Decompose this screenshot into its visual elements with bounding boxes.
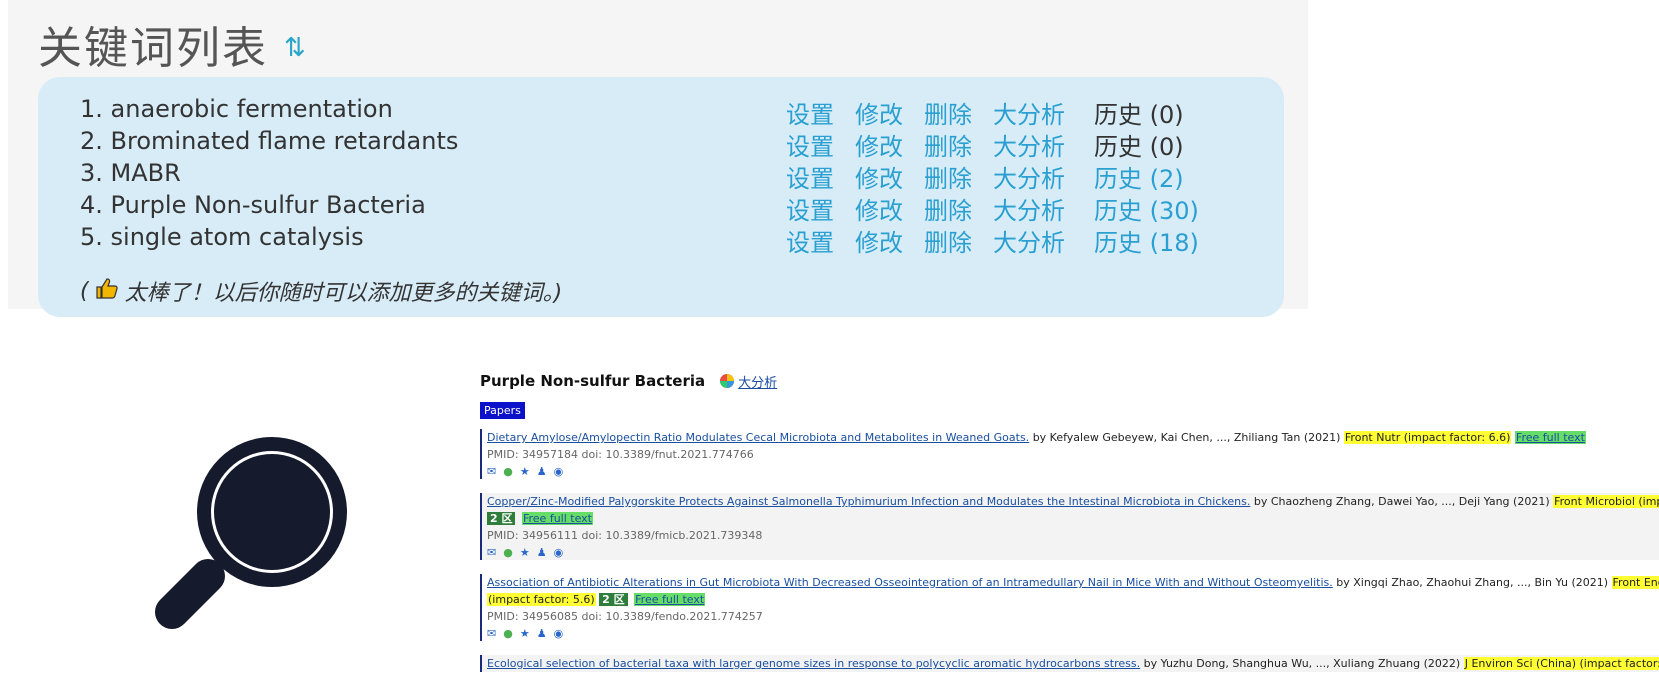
paper-authors: by Xingqi Zhao, Zhaohui Zhang, ..., Bin … [1336,576,1609,589]
set-link[interactable]: 设置 [786,127,834,162]
history-link[interactable]: 历史 (2) [1094,159,1184,194]
weibo-icon[interactable]: ◉ [554,465,564,478]
keyword-row: 3. MABR 设置 修改 删除 大分析 历史 (2) [80,159,1260,194]
email-icon[interactable]: ✉ [487,465,496,478]
history-text: 历史 (0) [1094,133,1184,161]
keyword-label: 4. Purple Non-sulfur Bacteria [80,191,426,219]
zone-badge: 2 区 [599,593,628,606]
encourage-message: ( 太棒了！以后你随时可以添加更多的关键词。) [80,277,563,306]
set-link[interactable]: 设置 [786,191,834,226]
journal-badge: J Environ Sci (China) (impact factor: 5.… [1463,657,1659,670]
paper-title-link[interactable]: Copper/Zinc-Modified Palygorskite Protec… [487,495,1250,508]
analyze-link[interactable]: 大分析 [738,372,777,391]
papers-badge: Papers [480,402,525,419]
results-title: Purple Non-sulfur Bacteria [480,372,706,390]
pmid-text: PMID: 34956085 doi: 10.3389/fendo.2021.7… [487,610,763,623]
journal-badge: Front Nutr (impact factor: 6.6) [1343,431,1512,444]
analyze-link[interactable]: 大分析 [993,159,1065,194]
email-icon[interactable]: ✉ [487,546,496,559]
thumbs-up-icon [95,277,119,305]
delete-link[interactable]: 删除 [924,223,972,258]
history-link[interactable]: 历史 (30) [1094,191,1199,226]
delete-link[interactable]: 删除 [924,159,972,194]
sort-arrows-icon[interactable]: ⇅ [284,33,308,63]
paper-title-link[interactable]: Dietary Amylose/Amylopectin Ratio Modula… [487,431,1029,444]
journal-badge: Front Microbiol (impact fac [1553,495,1659,508]
weibo-icon[interactable]: ◉ [554,546,564,559]
set-link[interactable]: 设置 [786,95,834,130]
pie-chart-icon [720,374,735,388]
edit-link[interactable]: 修改 [855,127,903,162]
paper-title-link[interactable]: Ecological selection of bacterial taxa w… [487,657,1140,670]
keyword-label: 1. anaerobic fermentation [80,95,393,123]
qq-icon[interactable]: ♟ [537,546,547,559]
paper-item: Ecological selection of bacterial taxa w… [480,655,1659,672]
paper-authors: by Kefyalew Gebeyew, Kai Chen, ..., Zhil… [1032,431,1341,444]
star-icon[interactable]: ★ [520,627,530,640]
edit-link[interactable]: 修改 [855,95,903,130]
pmid-text: PMID: 34956111 doi: 10.3389/fmicb.2021.7… [487,529,763,542]
keyword-row: 1. anaerobic fermentation 设置 修改 删除 大分析 历… [80,95,1260,130]
zone-badge: 2 区 [487,512,516,525]
free-full-text-link[interactable]: Free full text [1514,431,1586,444]
pmid-text: PMID: 34957184 doi: 10.3389/fnut.2021.77… [487,448,754,461]
wechat-icon[interactable]: ● [503,627,513,640]
star-icon[interactable]: ★ [520,546,530,559]
keyword-label: 3. MABR [80,159,181,187]
keyword-row: 2. Brominated flame retardants 设置 修改 删除 … [80,127,1260,162]
journal-impact: (impact factor: 5.6) [487,593,596,606]
paper-authors: by Yuzhu Dong, Shanghua Wu, ..., Xuliang… [1143,657,1461,670]
page-title: 关键词列表 ⇅ [38,12,308,76]
paper-item: Copper/Zinc-Modified Palygorskite Protec… [480,493,1659,560]
qq-icon[interactable]: ♟ [537,627,547,640]
analyze-link[interactable]: 大分析 [993,95,1065,130]
weibo-icon[interactable]: ◉ [554,627,564,640]
star-icon[interactable]: ★ [520,465,530,478]
edit-link[interactable]: 修改 [855,159,903,194]
results-panel: Purple Non-sulfur Bacteria 大分析 Papers Di… [480,368,1659,672]
page-title-text: 关键词列表 [38,23,268,74]
wechat-icon[interactable]: ● [503,546,513,559]
paper-title-link[interactable]: Association of Antibiotic Alterations in… [487,576,1333,589]
keyword-row: 5. single atom catalysis 设置 修改 删除 大分析 历史… [80,223,1260,258]
set-link[interactable]: 设置 [786,223,834,258]
history-text: 历史 (0) [1094,101,1184,129]
email-icon[interactable]: ✉ [487,627,496,640]
edit-link[interactable]: 修改 [855,191,903,226]
free-full-text-link[interactable]: Free full text [634,593,706,606]
delete-link[interactable]: 删除 [924,127,972,162]
paper-item: Association of Antibiotic Alterations in… [480,574,1659,641]
keyword-label: 5. single atom catalysis [80,223,364,251]
delete-link[interactable]: 删除 [924,191,972,226]
edit-link[interactable]: 修改 [855,223,903,258]
set-link[interactable]: 设置 [786,159,834,194]
keyword-row: 4. Purple Non-sulfur Bacteria 设置 修改 删除 大… [80,191,1260,226]
qq-icon[interactable]: ♟ [537,465,547,478]
analyze-link[interactable]: 大分析 [993,127,1065,162]
keyword-label: 2. Brominated flame retardants [80,127,459,155]
journal-badge: Front Endocrino [1611,576,1659,589]
analyze-link[interactable]: 大分析 [993,191,1065,226]
magnifier-icon [155,437,347,629]
free-full-text-link[interactable]: Free full text [521,512,593,525]
analyze-link[interactable]: 大分析 [993,223,1065,258]
keyword-list: 1. anaerobic fermentation 设置 修改 删除 大分析 历… [38,77,1284,317]
paper-item: Dietary Amylose/Amylopectin Ratio Modula… [480,429,1659,479]
wechat-icon[interactable]: ● [503,465,513,478]
delete-link[interactable]: 删除 [924,95,972,130]
paper-authors: by Chaozheng Zhang, Dawei Yao, ..., Deji… [1253,495,1550,508]
history-link[interactable]: 历史 (18) [1094,223,1199,258]
